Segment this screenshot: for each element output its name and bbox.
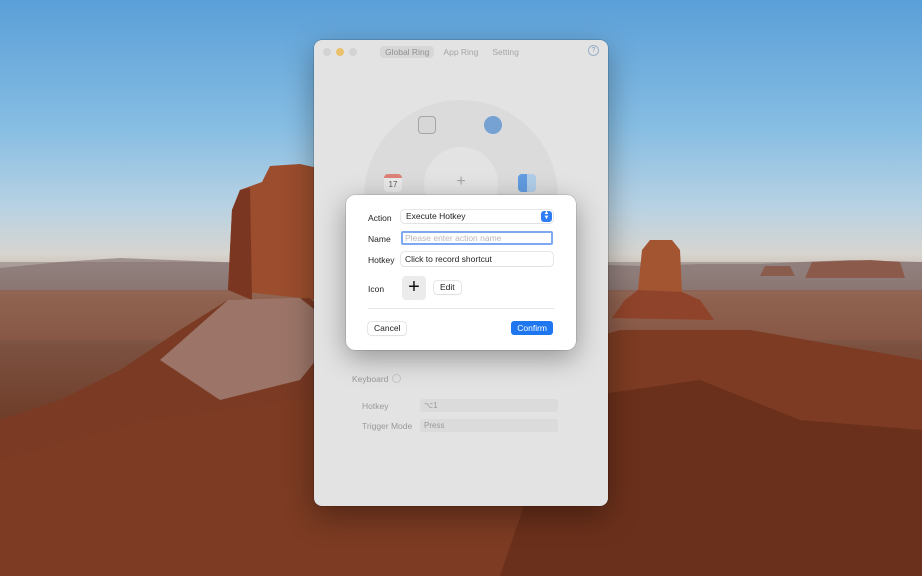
icon-label: Icon	[368, 284, 385, 294]
action-select-value: Execute Hotkey	[406, 211, 466, 221]
action-icon-preview[interactable]: +	[402, 276, 426, 300]
plus-icon: +	[408, 276, 420, 298]
confirm-button[interactable]: Confirm	[511, 321, 553, 335]
name-label: Name	[368, 234, 391, 244]
edit-icon-button[interactable]: Edit	[434, 281, 461, 294]
action-label: Action	[368, 213, 392, 223]
action-name-input[interactable]	[401, 231, 553, 245]
cancel-button[interactable]: Cancel	[368, 322, 407, 335]
add-action-dialog: Action Execute Hotkey ▲▼ Name Hotkey Cli…	[346, 195, 576, 350]
action-select[interactable]: Execute Hotkey ▲ ▼	[401, 210, 553, 223]
record-shortcut-field[interactable]: Click to record shortcut	[401, 252, 553, 266]
hotkey-label: Hotkey	[368, 255, 395, 265]
dialog-divider	[368, 308, 554, 309]
select-arrows-icon: ▲ ▼	[541, 210, 552, 222]
